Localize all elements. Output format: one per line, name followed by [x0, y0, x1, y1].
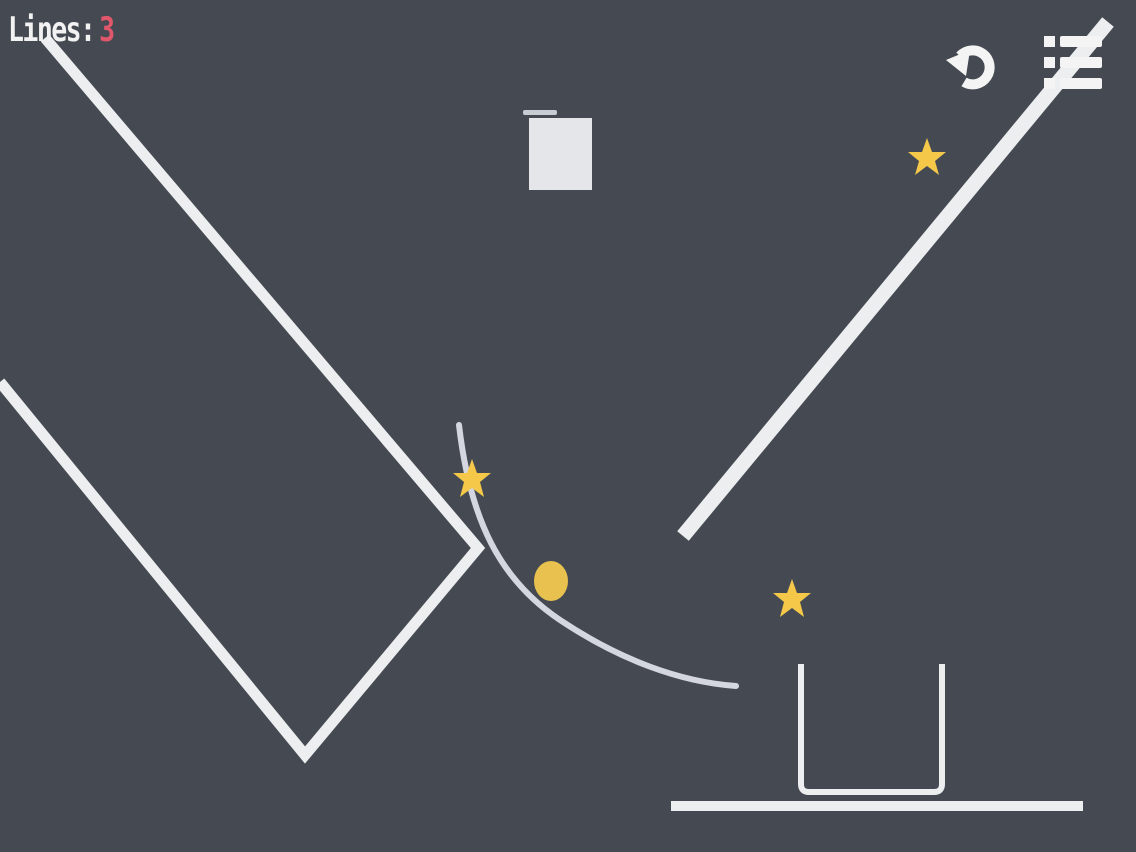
- level-menu-button[interactable]: [1040, 32, 1106, 98]
- drawn-line: [456, 422, 739, 689]
- goal-cup: [798, 664, 945, 795]
- lines-count: 3: [99, 10, 115, 50]
- level-menu-icon: [1044, 36, 1102, 89]
- ball: [534, 561, 568, 601]
- diagonal-ramp-wall: [677, 17, 1114, 541]
- falling-block: [529, 118, 592, 190]
- level-scene[interactable]: [0, 0, 1136, 852]
- star-collectible: [773, 579, 811, 617]
- game-stage[interactable]: Lines: 3: [0, 0, 1136, 852]
- lines-label: Lines:: [8, 10, 96, 50]
- undo-button[interactable]: [940, 32, 1006, 98]
- tilted-box-wall: [0, 34, 486, 764]
- undo-icon: [946, 45, 995, 90]
- lines-counter: Lines: 3: [8, 10, 115, 50]
- star-collectible: [908, 138, 946, 175]
- falling-block-lid: [523, 110, 557, 115]
